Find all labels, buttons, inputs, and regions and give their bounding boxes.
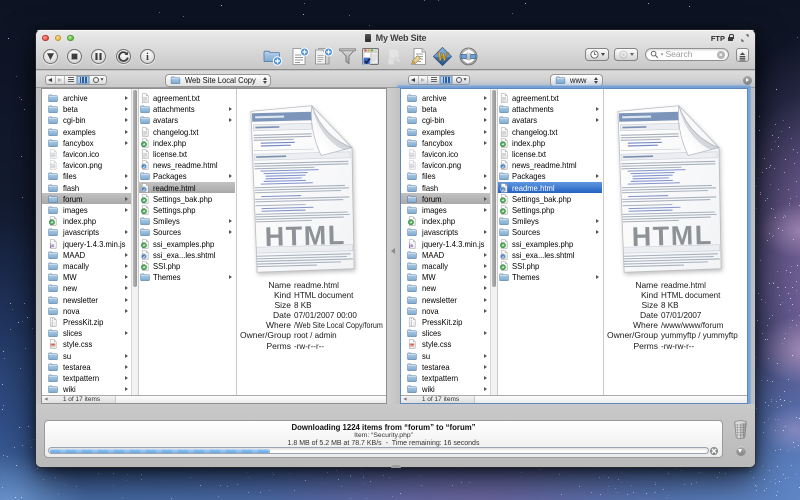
svg-text:W: W [436, 49, 449, 64]
svg-text:i: i [146, 52, 149, 63]
